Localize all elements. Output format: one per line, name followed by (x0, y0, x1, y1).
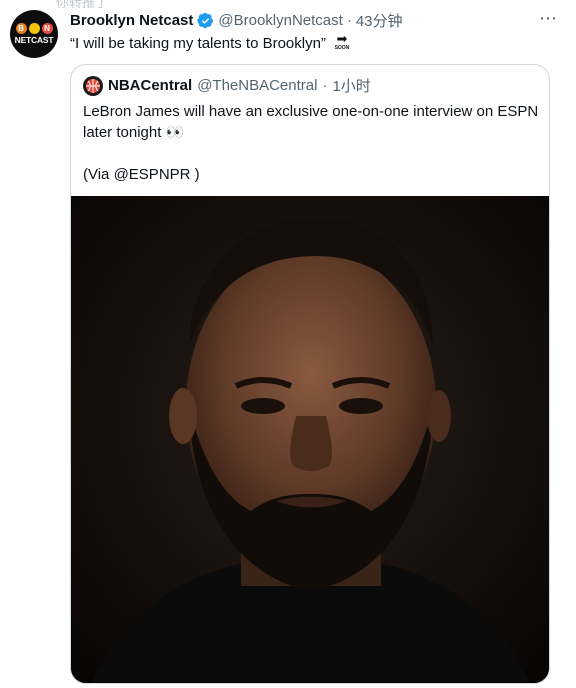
avatar-letter-b: B (15, 23, 27, 34)
portrait-photo (71, 196, 549, 683)
quoted-time[interactable]: 1小时 (332, 75, 370, 96)
quoted-media-image[interactable] (71, 196, 549, 683)
quoted-text-line-2: (Via @ESPNPR ) (83, 166, 200, 183)
tweet-text-content: “I will be taking my talents to Brooklyn… (70, 34, 326, 52)
quoted-author-handle[interactable]: @TheNBACentral (197, 77, 317, 94)
quoted-tweet-card[interactable]: NBACentral @TheNBACentral · 1小时 LeBron J… (70, 64, 550, 684)
avatar-letter-o: O (28, 23, 40, 34)
quoted-tweet-text: LeBron James will have an exclusive one-… (83, 101, 539, 185)
quoted-text-line-1: LeBron James will have an exclusive one-… (83, 103, 539, 141)
tweet-header: Brooklyn Netcast @BrooklynNetcast · 43分钟 (70, 10, 403, 31)
quoted-separator: · (322, 77, 328, 94)
quoted-text-spacer (83, 143, 539, 164)
avatar-logo: B O N (15, 23, 53, 34)
tweet-time[interactable]: 43分钟 (356, 10, 403, 31)
tweet-text: “I will be taking my talents to Brooklyn… (70, 31, 352, 53)
quoted-author-avatar[interactable] (83, 75, 103, 96)
soon-arrow-icon: ➡ SOON (334, 31, 350, 51)
quoted-tweet-header: NBACentral @TheNBACentral · 1小时 (83, 75, 371, 96)
avatar-wordmark: NETCAST (14, 35, 54, 45)
quoted-author-name[interactable]: NBACentral (108, 77, 192, 94)
avatar-letter-n: N (41, 23, 53, 34)
author-name[interactable]: Brooklyn Netcast (70, 12, 193, 29)
soon-label: SOON (334, 45, 350, 51)
basketball-logo-icon (86, 78, 100, 93)
header-separator: · (346, 12, 352, 29)
author-avatar[interactable]: B O N NETCAST (10, 10, 58, 58)
author-handle[interactable]: @BrooklynNetcast (218, 12, 342, 29)
more-options-icon[interactable]: ⋯ (539, 8, 558, 29)
verified-badge-icon (197, 12, 214, 29)
